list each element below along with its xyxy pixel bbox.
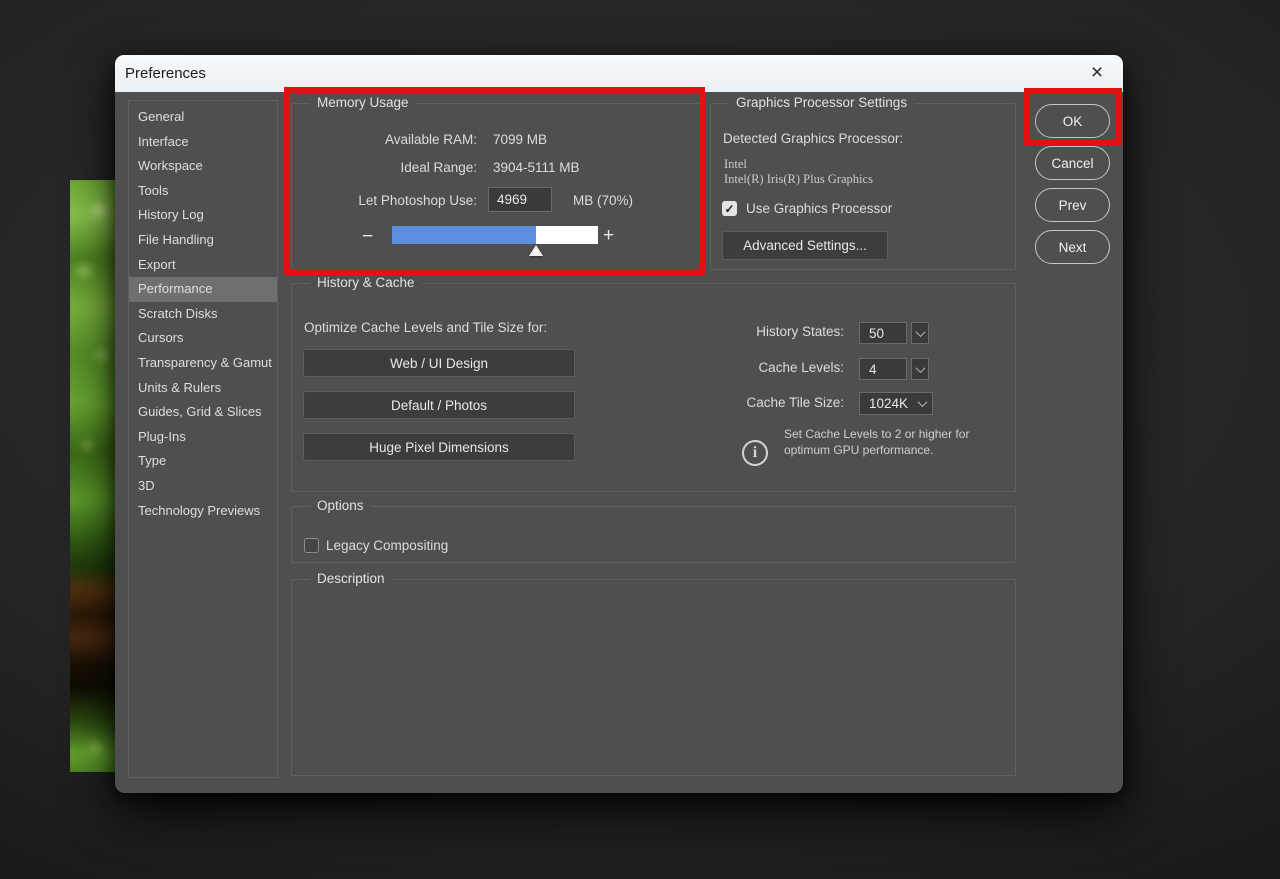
sidebar-item-scratch-disks[interactable]: Scratch Disks (129, 302, 277, 327)
options-section: Options Legacy Compositing (291, 506, 1016, 563)
preferences-dialog: Preferences × GeneralInterfaceWorkspaceT… (115, 55, 1123, 793)
memory-slider-fill (392, 226, 536, 244)
ideal-range-label: Ideal Range: (400, 160, 477, 175)
sidebar-item-transparency-gamut[interactable]: Transparency & Gamut (129, 351, 277, 376)
let-photoshop-use-input[interactable] (488, 187, 552, 212)
sidebar-item-interface[interactable]: Interface (129, 130, 277, 155)
use-gpu-label: Use Graphics Processor (746, 201, 892, 216)
cancel-button[interactable]: Cancel (1035, 146, 1110, 180)
use-gpu-checkbox[interactable]: ✓ (722, 201, 737, 216)
history-states-value[interactable]: 50 (859, 322, 907, 344)
slider-minus-icon[interactable]: − (362, 230, 373, 244)
legacy-compositing-label: Legacy Compositing (326, 538, 448, 553)
ok-button[interactable]: OK (1035, 104, 1110, 138)
gpu-vendor-text: Intel (724, 157, 747, 172)
optimize-cache-label: Optimize Cache Levels and Tile Size for: (304, 320, 547, 335)
background-photo (70, 180, 116, 772)
prev-button[interactable]: Prev (1035, 188, 1110, 222)
sidebar-item-performance[interactable]: Performance (129, 277, 277, 302)
memory-usage-section: Memory Usage Available RAM: 7099 MB Idea… (291, 103, 704, 270)
advanced-settings-button[interactable]: Advanced Settings... (722, 231, 888, 260)
let-photoshop-use-label: Let Photoshop Use: (358, 193, 477, 208)
history-states-dropdown-icon[interactable] (911, 322, 929, 344)
sidebar-item-type[interactable]: Type (129, 449, 277, 474)
memory-usage-legend: Memory Usage (310, 95, 416, 110)
history-cache-section: History & Cache Optimize Cache Levels an… (291, 283, 1016, 492)
cache-tile-size-select[interactable]: 1024K (859, 392, 933, 415)
cache-tile-size-value: 1024K (869, 396, 908, 411)
sidebar-item-cursors[interactable]: Cursors (129, 326, 277, 351)
sidebar-item-workspace[interactable]: Workspace (129, 154, 277, 179)
available-ram-label: Available RAM: (385, 132, 477, 147)
desktop-background: Preferences × GeneralInterfaceWorkspaceT… (0, 0, 1280, 879)
graphics-settings-legend: Graphics Processor Settings (729, 95, 914, 110)
available-ram-value: 7099 MB (493, 132, 547, 147)
cache-levels-label: Cache Levels: (758, 360, 844, 375)
info-icon: i (742, 440, 768, 466)
cache-tile-dropdown-icon (918, 397, 928, 407)
close-icon[interactable]: × (1083, 59, 1111, 87)
dialog-titlebar: Preferences × (115, 55, 1123, 92)
gpu-name-text: Intel(R) Iris(R) Plus Graphics (724, 172, 873, 187)
description-legend: Description (310, 571, 392, 586)
options-legend: Options (310, 498, 371, 513)
preset-web-ui-button[interactable]: Web / UI Design (303, 349, 575, 377)
sidebar-item-file-handling[interactable]: File Handling (129, 228, 277, 253)
preferences-sidebar: GeneralInterfaceWorkspaceToolsHistory Lo… (128, 100, 278, 778)
next-button[interactable]: Next (1035, 230, 1110, 264)
preset-default-photos-button[interactable]: Default / Photos (303, 391, 575, 419)
sidebar-item-general[interactable]: General (129, 105, 277, 130)
dialog-title: Preferences (125, 65, 206, 82)
sidebar-item-export[interactable]: Export (129, 253, 277, 278)
sidebar-item-guides-grid-slices[interactable]: Guides, Grid & Slices (129, 400, 277, 425)
legacy-compositing-checkbox[interactable] (304, 538, 319, 553)
preset-huge-pixel-button[interactable]: Huge Pixel Dimensions (303, 433, 575, 461)
memory-percent-suffix: MB (70%) (573, 193, 633, 208)
description-section: Description (291, 579, 1016, 776)
detected-gpu-label: Detected Graphics Processor: (723, 131, 903, 146)
sidebar-item-history-log[interactable]: History Log (129, 203, 277, 228)
sidebar-item-3d[interactable]: 3D (129, 474, 277, 499)
sidebar-item-technology-previews[interactable]: Technology Previews (129, 499, 277, 524)
cache-tile-size-label: Cache Tile Size: (746, 395, 844, 410)
cache-levels-dropdown-icon[interactable] (911, 358, 929, 380)
slider-plus-icon[interactable]: + (603, 229, 614, 243)
cache-levels-value[interactable]: 4 (859, 358, 907, 380)
history-states-label: History States: (756, 324, 844, 339)
graphics-settings-section: Graphics Processor Settings Detected Gra… (710, 103, 1016, 270)
memory-slider-track[interactable] (392, 226, 598, 244)
history-cache-legend: History & Cache (310, 275, 422, 290)
cache-info-text: Set Cache Levels to 2 or higher for opti… (784, 427, 969, 458)
sidebar-item-units-rulers[interactable]: Units & Rulers (129, 376, 277, 401)
memory-slider-thumb[interactable] (529, 245, 543, 256)
ideal-range-value: 3904-5111 MB (493, 160, 580, 175)
sidebar-item-plug-ins[interactable]: Plug-Ins (129, 425, 277, 450)
sidebar-item-tools[interactable]: Tools (129, 179, 277, 204)
